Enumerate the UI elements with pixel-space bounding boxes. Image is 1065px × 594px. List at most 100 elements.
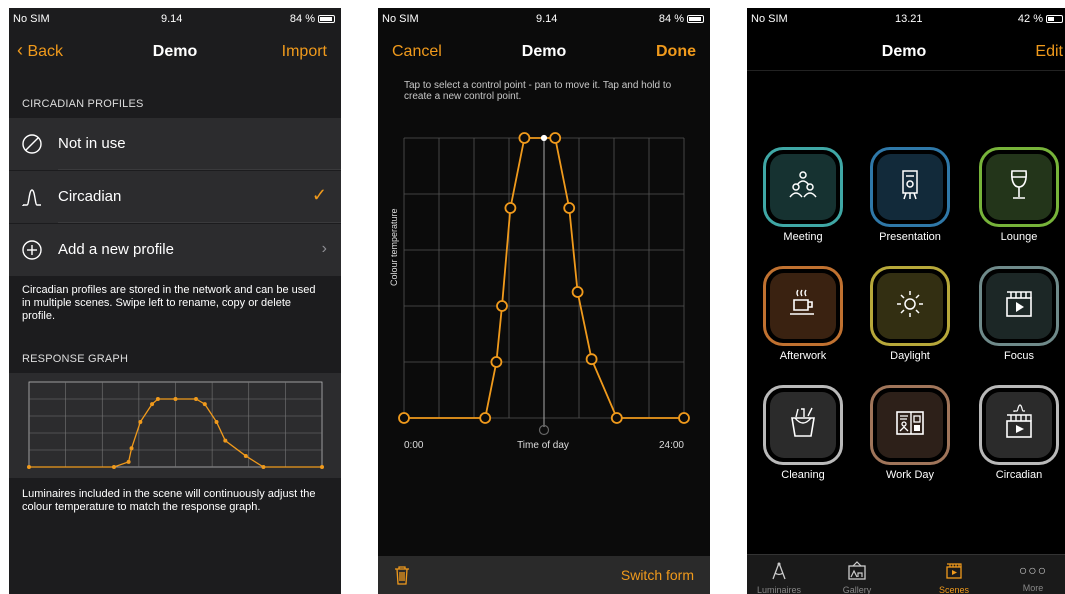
x-axis-end-label: 24:00 (659, 440, 684, 451)
people-icon (783, 165, 823, 210)
clapperboard-icon (999, 284, 1039, 329)
page-title: Demo (881, 43, 927, 60)
tab-label: Luminaires (756, 585, 802, 594)
battery-icon (1046, 15, 1063, 24)
x-axis-start-label: 0:00 (404, 440, 424, 451)
control-point-graph[interactable]: Colour temperature 0:00 Time of day 24:0… (378, 126, 710, 466)
scene-tile-afterwork[interactable] (763, 266, 843, 346)
scene-tile-meeting[interactable] (763, 147, 843, 227)
control-point[interactable] (504, 202, 517, 214)
circadian-clapperboard-icon (999, 403, 1039, 448)
graph-editor-screen: No SIM 9.14 84 % Cancel Demo Done Tap to… (378, 8, 710, 594)
response-graph-panel (9, 373, 341, 478)
response-point (27, 465, 31, 469)
trash-icon[interactable] (394, 565, 410, 585)
tab-scenes[interactable]: Scenes (924, 561, 984, 594)
navigation-bar: ‹ Back Demo Import (9, 34, 341, 70)
profile-row-not-in-use[interactable]: Not in use (9, 118, 341, 170)
editor-toolbar: Switch form (378, 556, 710, 594)
cleaning-bucket-icon (783, 403, 823, 448)
section-header-profiles: CIRCADIAN PROFILES (22, 98, 144, 110)
response-point (202, 402, 207, 407)
battery-icon (318, 15, 335, 24)
x-axis-title: Time of day (517, 440, 569, 451)
scene-tile-lounge[interactable] (979, 147, 1059, 227)
status-bar: No SIM 9.14 84 % (9, 8, 341, 30)
battery-icon (687, 15, 704, 24)
scene-label: Circadian (995, 469, 1043, 481)
profile-row-circadian[interactable]: Circadian ✓ (9, 171, 341, 223)
checkmark-icon: ✓ (311, 185, 327, 205)
section-header-graph: RESPONSE GRAPH (22, 353, 129, 365)
response-point (129, 446, 134, 451)
control-point[interactable] (571, 286, 584, 298)
scene-tile-presentation[interactable] (870, 147, 950, 227)
tab-label: More (1022, 583, 1044, 593)
scene-tile-cleaning[interactable] (763, 385, 843, 465)
response-point (194, 397, 199, 401)
control-point[interactable] (610, 412, 623, 424)
tab-bar: Luminaires Gallery Scenes ○○○ More (747, 554, 1065, 594)
response-point (150, 402, 155, 407)
carrier-label: No SIM (382, 13, 419, 25)
tab-label: Scenes (938, 585, 970, 594)
scene-tile-daylight[interactable] (870, 266, 950, 346)
control-point[interactable] (563, 202, 576, 214)
tab-gallery[interactable]: Gallery (827, 561, 887, 594)
edit-button[interactable]: Edit (1035, 43, 1063, 61)
profile-label: Not in use (58, 135, 126, 152)
switch-form-button[interactable]: Switch form (621, 567, 694, 583)
scene-tile-circadian[interactable] (979, 385, 1059, 465)
response-point (261, 465, 266, 469)
done-button[interactable]: Done (656, 43, 696, 61)
carrier-label: No SIM (13, 13, 50, 25)
battery-indicator: 42 % (1018, 13, 1063, 25)
navigation-bar: Cancel Demo Done (378, 34, 710, 70)
navigation-bar: Demo Edit (747, 34, 1065, 70)
circadian-curve-icon (22, 189, 41, 206)
control-point[interactable] (549, 132, 562, 144)
gallery-icon (848, 561, 866, 580)
scene-label: Meeting (783, 231, 823, 243)
status-bar: No SIM 9.14 84 % (378, 8, 710, 30)
response-graph (27, 381, 324, 469)
control-point[interactable] (540, 134, 548, 142)
control-point[interactable] (678, 412, 690, 424)
scene-tile-work-day[interactable] (870, 385, 950, 465)
add-profile-row[interactable]: Add a new profile › (9, 224, 341, 276)
scenes-icon (946, 563, 962, 579)
clock: 9.14 (536, 13, 558, 25)
tab-luminaires[interactable]: Luminaires (749, 561, 809, 594)
battery-indicator: 84 % (290, 13, 335, 25)
presentation-icon (890, 165, 930, 210)
y-axis-label: Colour temperature (389, 208, 399, 286)
scene-label: Daylight (890, 350, 930, 362)
profile-label: Add a new profile (58, 241, 174, 258)
control-point[interactable] (496, 300, 508, 312)
import-button[interactable]: Import (282, 43, 327, 61)
plus-circle-icon (22, 240, 42, 260)
sun-icon (890, 284, 930, 329)
tab-label: Gallery (842, 585, 872, 594)
more-dots-icon: ○○○ (1018, 562, 1048, 578)
scenes-screen: No SIM 13.21 42 % Demo Edit Meeting Prese… (747, 8, 1065, 594)
control-point[interactable] (490, 356, 503, 368)
scene-label: Lounge (1000, 231, 1038, 243)
carrier-label: No SIM (751, 13, 788, 25)
scene-tile-focus[interactable] (979, 266, 1059, 346)
response-point (243, 453, 248, 458)
response-point (126, 459, 131, 464)
profiles-note: Circadian profiles are stored in the net… (22, 284, 316, 322)
coffee-cup-icon (783, 284, 823, 329)
status-bar: No SIM 13.21 42 % (747, 8, 1065, 30)
tab-more[interactable]: ○○○ More (1003, 561, 1063, 593)
profiles-screen: No SIM 9.14 84 % ‹ Back Demo Import CIRC… (9, 8, 341, 594)
scene-label: Afterwork (779, 350, 827, 362)
control-point[interactable] (585, 353, 598, 366)
control-point[interactable] (398, 412, 410, 424)
control-point[interactable] (518, 132, 531, 144)
compass-icon (772, 562, 786, 580)
control-point[interactable] (479, 412, 492, 424)
response-point (138, 419, 143, 424)
response-point (155, 397, 160, 401)
